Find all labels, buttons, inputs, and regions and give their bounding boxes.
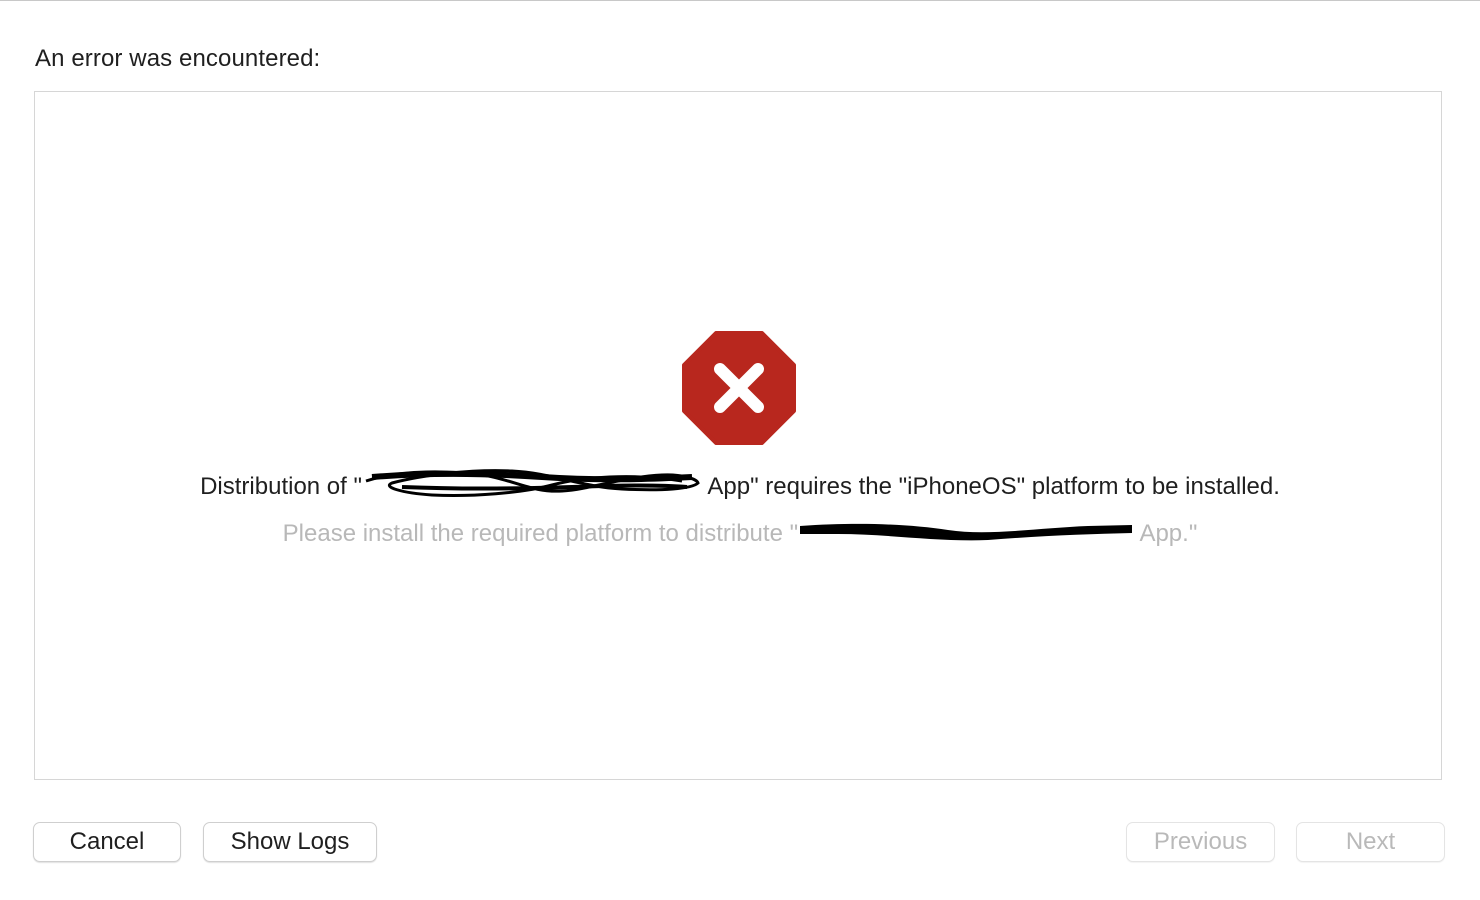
redaction-bar	[798, 518, 1134, 551]
cancel-button[interactable]: Cancel	[33, 822, 181, 862]
redaction-scribble	[362, 469, 702, 506]
error-message: Distribution of " App" requires the "iPh…	[0, 469, 1480, 506]
error-stop-icon	[682, 331, 796, 445]
error-detail: Please install the required platform to …	[0, 518, 1480, 551]
error-detail-suffix: App."	[1134, 519, 1198, 547]
dialog-heading: An error was encountered:	[35, 45, 321, 72]
next-button[interactable]: Next	[1296, 822, 1445, 862]
previous-button[interactable]: Previous	[1126, 822, 1275, 862]
show-logs-button[interactable]: Show Logs	[203, 822, 377, 862]
distribution-dialog: An error was encountered: Distribution o…	[0, 0, 1480, 900]
error-message-suffix: App" requires the "iPhoneOS" platform to…	[702, 472, 1280, 500]
error-detail-prefix: Please install the required platform to …	[282, 519, 799, 547]
error-message-prefix: Distribution of "	[200, 472, 363, 500]
